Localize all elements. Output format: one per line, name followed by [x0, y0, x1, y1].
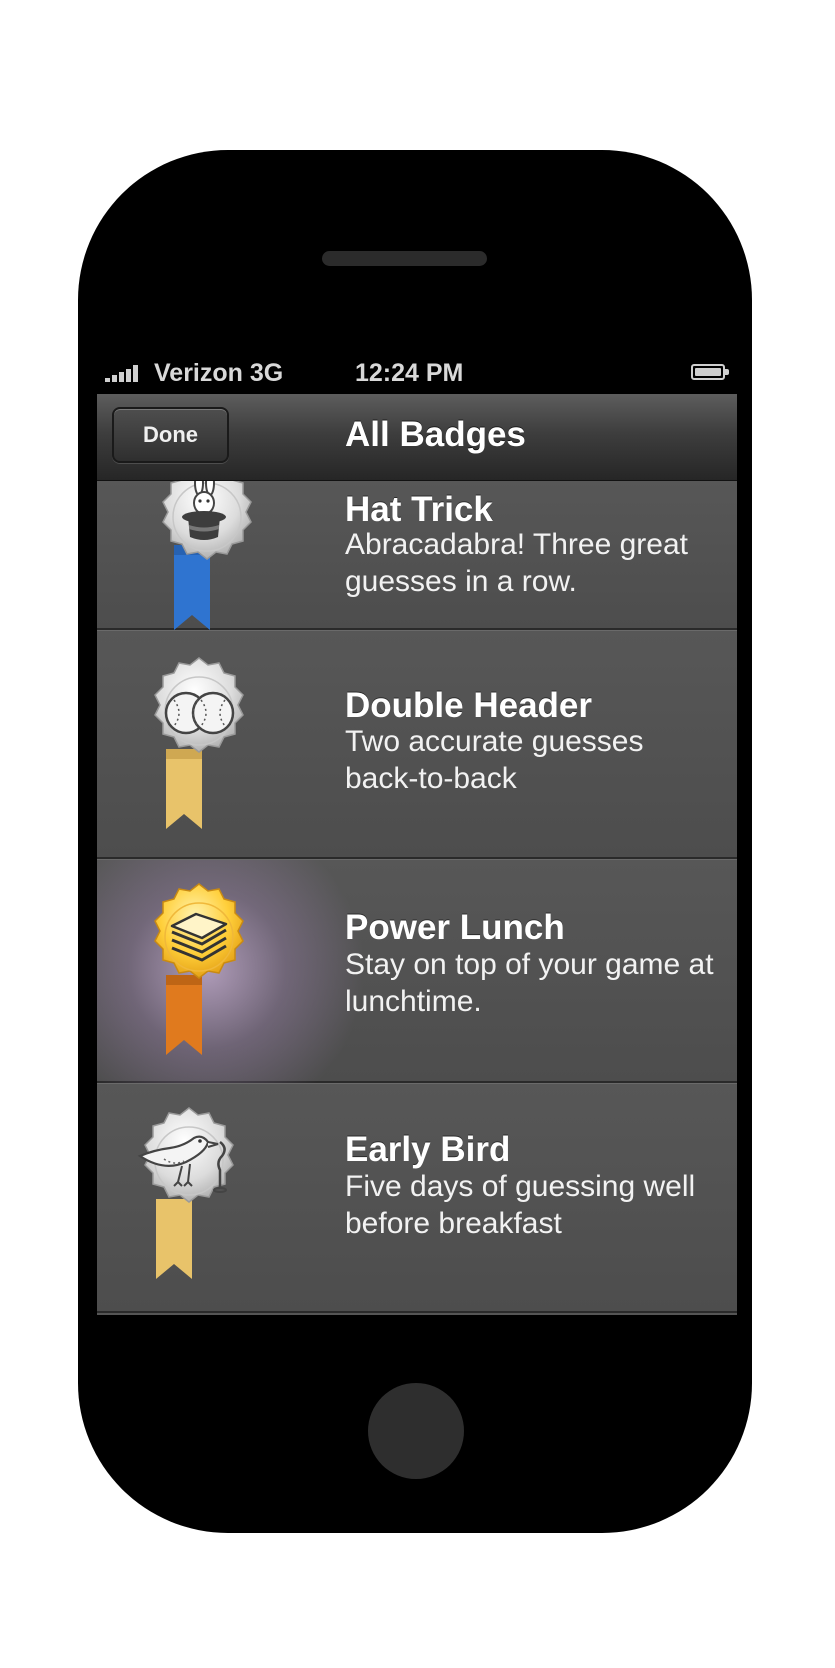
ribbon: [166, 975, 202, 1055]
carrier-name: Verizon: [154, 359, 243, 387]
badge-title: Double Header: [345, 686, 592, 725]
badge-title: Early Bird: [345, 1130, 511, 1169]
home-button[interactable]: [368, 1383, 464, 1479]
sandwich-icon: [154, 883, 244, 1055]
badge-list[interactable]: Hat Trick Abracadabra! Three great guess…: [97, 464, 737, 1313]
magic-hat-rabbit-icon: [162, 464, 252, 630]
badge-description: Stay on top of your game at lunchtime.: [345, 948, 714, 1018]
baseballs-icon: [154, 657, 244, 829]
badge-description: Abracadabra! Three great guesses in a ro…: [345, 528, 688, 598]
badge-row-double-header[interactable]: Double Header Two accurate guesses back-…: [97, 630, 737, 859]
earpiece-speaker: [322, 251, 487, 266]
ribbon: [156, 1199, 192, 1279]
badge-row-early-bird[interactable]: Early Bird Five days of guessing well be…: [97, 1083, 737, 1313]
badge-row-hat-trick[interactable]: Hat Trick Abracadabra! Three great guess…: [97, 464, 737, 630]
status-bar: Verizon 3G 12:24 PM: [97, 350, 737, 394]
badge-title: Power Lunch: [345, 908, 565, 947]
badge-description: Five days of guessing well before breakf…: [345, 1170, 696, 1240]
app-screen: Done All Badges Hat Trick Abracadabra! T…: [97, 394, 737, 1315]
bird-worm-icon: [137, 1107, 234, 1279]
page-title: All Badges: [345, 415, 526, 454]
status-time: 12:24 PM: [355, 359, 464, 387]
badge-title: Hat Trick: [345, 490, 493, 529]
done-button[interactable]: Done: [112, 407, 229, 463]
navigation-bar: Done All Badges: [97, 394, 737, 481]
network-type: 3G: [249, 359, 284, 387]
badge-row-power-lunch[interactable]: Power Lunch Stay on top of your game at …: [97, 859, 737, 1090]
badge-description: Two accurate guesses back-to-back: [345, 725, 644, 795]
battery-icon: [691, 364, 729, 380]
carrier-label: Verizon 3G: [154, 359, 283, 388]
ribbon: [166, 749, 202, 829]
signal-strength-icon: [105, 364, 145, 382]
